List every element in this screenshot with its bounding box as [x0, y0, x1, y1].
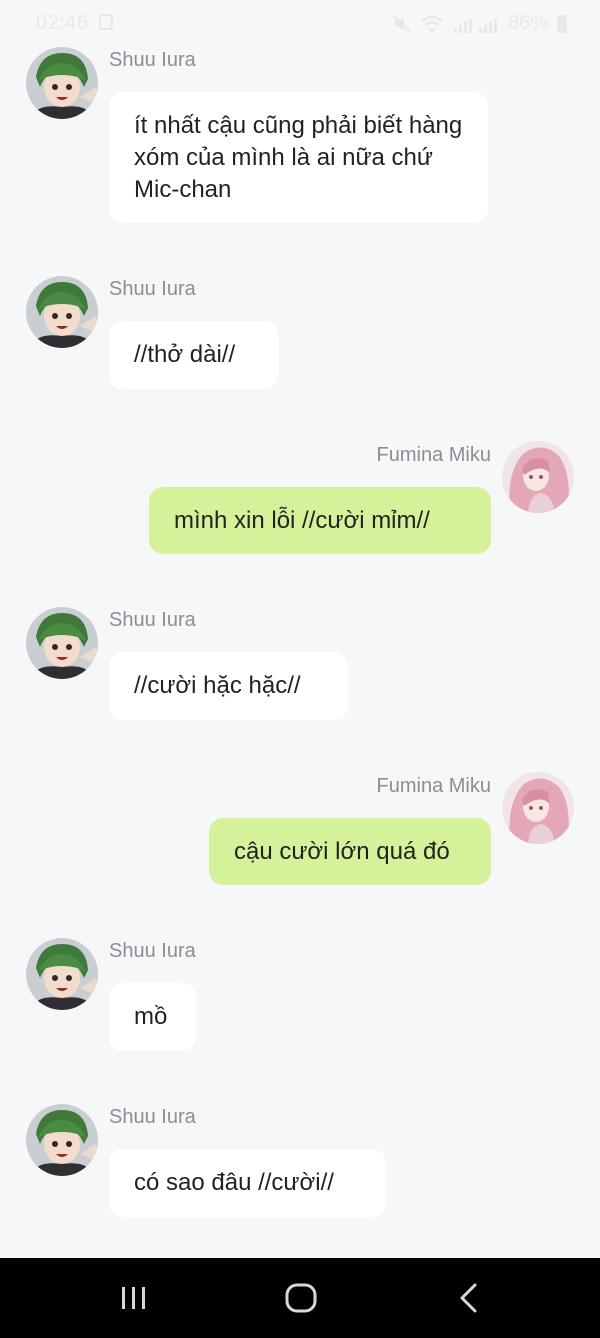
- message-bubble[interactable]: mồ: [109, 983, 196, 1051]
- message-bubble[interactable]: //cười hặc hặc//: [109, 652, 348, 720]
- avatar-fumina-miku[interactable]: [502, 441, 574, 513]
- navigation-bar: [0, 1258, 600, 1338]
- signal-icon: [453, 18, 497, 33]
- status-bar: 02:46 86%: [0, 0, 600, 48]
- avatar-shuu-iura[interactable]: [26, 938, 98, 1010]
- wifi-icon: [421, 15, 443, 32]
- avatar-shuu-iura[interactable]: [26, 47, 98, 119]
- sender-name: Fumina Miku: [376, 775, 491, 797]
- avatar-shuu-iura[interactable]: [26, 276, 98, 348]
- mute-icon: [393, 14, 411, 33]
- avatar-shuu-iura[interactable]: [26, 1104, 98, 1176]
- message-bubble[interactable]: cậu cười lớn quá đó: [209, 818, 491, 885]
- home-icon[interactable]: [281, 1278, 321, 1318]
- sender-name: Shuu Iura: [109, 609, 196, 631]
- battery-icon: [557, 14, 567, 33]
- sender-name: Shuu Iura: [109, 278, 196, 300]
- status-time: 02:46: [36, 12, 89, 34]
- notification-icon: [99, 14, 113, 30]
- message-bubble[interactable]: có sao đâu //cười//: [109, 1149, 386, 1217]
- avatar-fumina-miku[interactable]: [502, 772, 574, 844]
- message-bubble[interactable]: //thở dài//: [109, 321, 278, 389]
- message-bubble[interactable]: mình xin lỗi //cười mỉm//: [149, 487, 491, 554]
- sender-name: Shuu Iura: [109, 940, 196, 962]
- avatar-shuu-iura[interactable]: [26, 607, 98, 679]
- battery-percentage: 86%: [507, 12, 548, 34]
- recents-icon[interactable]: [114, 1278, 154, 1318]
- message-bubble[interactable]: ít nhất cậu cũng phải biết hàng xóm của …: [109, 92, 488, 223]
- sender-name: Shuu Iura: [109, 49, 196, 71]
- back-icon[interactable]: [450, 1278, 490, 1318]
- status-icons: 86%: [392, 12, 568, 35]
- sender-name: Fumina Miku: [376, 444, 491, 466]
- sender-name: Shuu Iura: [109, 1106, 196, 1128]
